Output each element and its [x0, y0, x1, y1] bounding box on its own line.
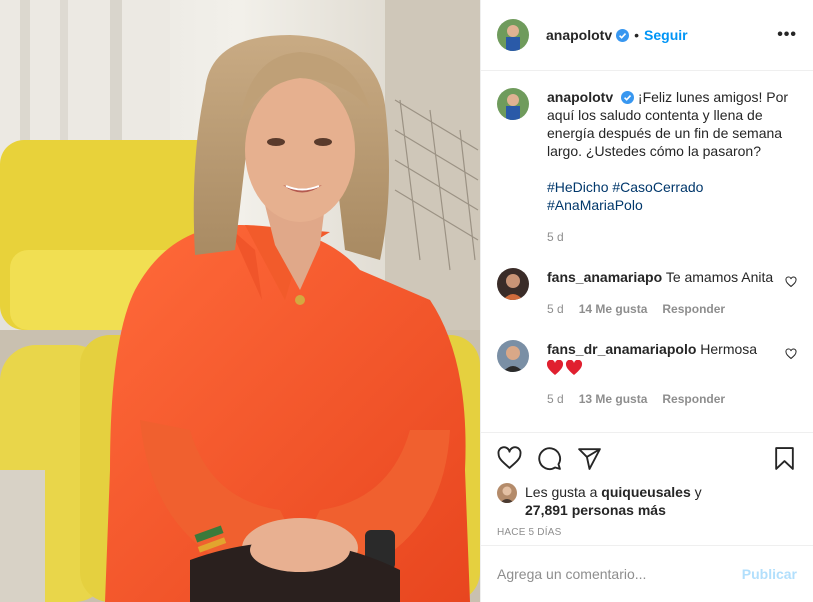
caption-username[interactable]: anapolotv — [547, 89, 613, 105]
reply-button[interactable]: Responder — [662, 390, 725, 408]
caption-meta: 5 d — [547, 228, 797, 246]
comment-age[interactable]: 5 d — [547, 300, 564, 318]
comment-item: fans_anamariapo Te amamos Anita 5 d 14 M… — [497, 268, 797, 318]
separator-dot: • — [634, 27, 640, 43]
commenter-avatar[interactable] — [497, 340, 529, 372]
caption: anapolotv ¡Feliz lunes amigos! Por aquí … — [497, 88, 797, 246]
caption-age[interactable]: 5 d — [547, 228, 564, 246]
hashtag-link[interactable]: #HeDicho — [547, 179, 608, 195]
comments-section: anapolotv ¡Feliz lunes amigos! Por aquí … — [497, 88, 797, 408]
likes-text: Les gusta a quiqueusales y 27,891 person… — [525, 483, 702, 519]
comment-icon[interactable] — [537, 446, 562, 471]
commenter-avatar[interactable] — [497, 268, 529, 300]
comment-body: fans_anamariapo Te amamos Anita 5 d 14 M… — [547, 268, 797, 318]
follow-button[interactable]: Seguir — [644, 27, 688, 43]
comment-age[interactable]: 5 d — [547, 390, 564, 408]
likes-summary: Les gusta a quiqueusales y 27,891 person… — [497, 483, 797, 519]
comment-username[interactable]: fans_dr_anamariapolo — [547, 341, 696, 357]
comment-body: fans_dr_anamariapolo Hermosa 5 d 13 Me g… — [546, 340, 797, 408]
likes-count[interactable]: 27,891 personas más — [525, 502, 666, 518]
comment-meta: 5 d 14 Me gusta Responder — [547, 300, 797, 318]
publish-button[interactable]: Publicar — [742, 566, 797, 582]
verified-badge-icon — [616, 28, 630, 42]
post-timestamp[interactable]: HACE 5 DÍAS — [497, 527, 797, 538]
comment-emoji — [546, 359, 797, 378]
add-comment-bar: Publicar — [481, 545, 813, 602]
caption-avatar[interactable] — [497, 88, 529, 120]
author-avatar[interactable] — [497, 19, 529, 51]
post-actions: Les gusta a quiqueusales y 27,891 person… — [481, 432, 813, 538]
caption-hashtags: #HeDicho #CasoCerrado #AnaMariaPolo — [547, 178, 797, 214]
author-username[interactable]: anapolotv — [546, 27, 612, 43]
comment-text: Te amamos Anita — [665, 269, 774, 285]
comment-meta: 5 d 13 Me gusta Responder — [547, 390, 797, 408]
reply-button[interactable]: Responder — [662, 300, 725, 318]
comment-likes[interactable]: 14 Me gusta — [579, 300, 648, 318]
post-header: anapolotv • Seguir ••• — [481, 0, 813, 71]
more-options-icon[interactable]: ••• — [777, 26, 797, 44]
post-photo-illustration — [0, 0, 480, 602]
comment-item: fans_dr_anamariapolo Hermosa 5 d 13 Me g… — [497, 340, 797, 408]
comment-text: Hermosa — [700, 341, 758, 357]
liker-username[interactable]: quiqueusales — [601, 484, 690, 500]
comment-like-heart-icon[interactable] — [785, 348, 797, 360]
hashtag-link[interactable]: #AnaMariaPolo — [547, 197, 643, 213]
bookmark-icon[interactable] — [772, 446, 797, 471]
comment-input[interactable] — [497, 566, 742, 582]
hashtag-link[interactable]: #CasoCerrado — [612, 179, 703, 195]
post-sidebar: anapolotv • Seguir ••• anapolotv ¡Feliz … — [480, 0, 813, 602]
instagram-post: anapolotv • Seguir ••• anapolotv ¡Feliz … — [0, 0, 813, 602]
likes-prefix: Les gusta a — [525, 484, 598, 500]
verified-badge-icon — [621, 91, 635, 104]
comment-likes[interactable]: 13 Me gusta — [579, 390, 648, 408]
liker-avatar[interactable] — [497, 483, 517, 503]
comment-like-heart-icon[interactable] — [785, 276, 797, 288]
post-photo[interactable] — [0, 0, 480, 602]
caption-body: anapolotv ¡Feliz lunes amigos! Por aquí … — [547, 88, 797, 246]
heart-icon[interactable] — [497, 445, 522, 471]
red-heart-emoji-icon — [546, 359, 583, 375]
likes-connector: y — [694, 484, 702, 500]
action-icons — [497, 443, 797, 473]
share-icon[interactable] — [577, 446, 602, 471]
comment-username[interactable]: fans_anamariapo — [547, 269, 662, 285]
